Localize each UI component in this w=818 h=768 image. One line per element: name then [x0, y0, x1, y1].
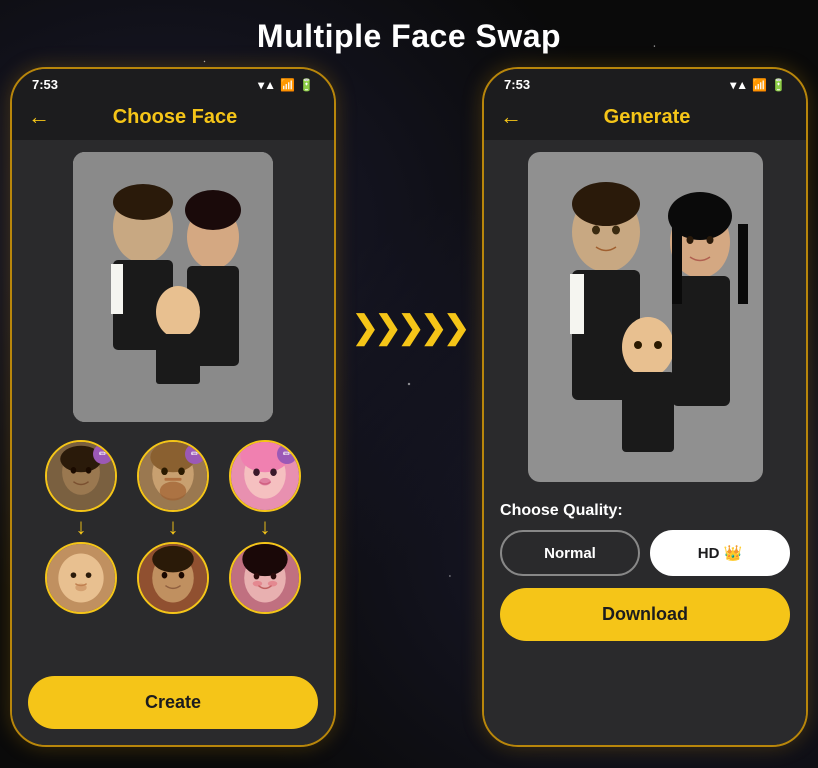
quality-section: Choose Quality: Normal HD 👑 — [484, 492, 806, 584]
target-face-2[interactable] — [137, 542, 209, 614]
generated-photo-frame — [528, 152, 763, 482]
wifi-icon-2: 📶 — [752, 78, 767, 92]
face-swap-section: ✏ ↓ — [12, 432, 334, 668]
back-button-1[interactable]: ← — [28, 104, 50, 130]
quality-label: Choose Quality: — [500, 502, 790, 520]
face-pair-3: ✏ ↓ — [229, 440, 301, 614]
phone-header-1: ← Choose Face — [12, 96, 334, 140]
create-button[interactable]: Create — [28, 676, 318, 729]
battery-icon: 🔋 — [299, 78, 314, 92]
battery-icon-2: 🔋 — [771, 78, 786, 92]
status-icons-2: ▾▲ 📶 🔋 — [730, 78, 786, 92]
quality-hd-button[interactable]: HD 👑 — [650, 530, 790, 576]
choose-face-title: Choose Face — [62, 106, 288, 129]
generate-title: Generate — [534, 106, 760, 129]
status-bar-2: 7:53 ▾▲ 📶 🔋 — [484, 69, 806, 96]
arrow-down-3: ↓ — [259, 516, 270, 538]
target-face-3[interactable] — [229, 542, 301, 614]
face-pair-1: ✏ ↓ — [45, 440, 117, 614]
page-title: Multiple Face Swap — [0, 0, 818, 67]
edit-badge-3[interactable]: ✏ — [277, 444, 297, 464]
status-icons-1: ▾▲ 📶 🔋 — [258, 78, 314, 92]
source-photo-frame — [73, 152, 273, 422]
edit-badge-2[interactable]: ✏ — [185, 444, 205, 464]
signal-icon-2: ▾▲ — [730, 78, 748, 92]
back-button-2[interactable]: ← — [500, 104, 522, 130]
phone-generate: 7:53 ▾▲ 📶 🔋 ← Generate — [482, 67, 808, 747]
middle-arrow: ❯❯❯❯❯ — [336, 308, 482, 346]
source-family-photo — [73, 152, 273, 422]
phone-choose-face: 7:53 ▾▲ 📶 🔋 ← Choose Face — [10, 67, 336, 747]
wifi-icon: 📶 — [280, 78, 295, 92]
source-face-1[interactable]: ✏ — [45, 440, 117, 512]
face-pairs: ✏ ↓ — [28, 440, 318, 614]
phones-container: 7:53 ▾▲ 📶 🔋 ← Choose Face — [0, 67, 818, 747]
chevron-arrows: ❯❯❯❯❯ — [352, 308, 466, 346]
target-face-1[interactable] — [45, 542, 117, 614]
status-time-1: 7:53 — [32, 77, 58, 92]
signal-icon: ▾▲ — [258, 78, 276, 92]
arrow-down-1: ↓ — [75, 516, 86, 538]
phone-header-2: ← Generate — [484, 96, 806, 140]
generated-photo-svg — [528, 152, 763, 482]
status-bar-1: 7:53 ▾▲ 📶 🔋 — [12, 69, 334, 96]
quality-normal-button[interactable]: Normal — [500, 530, 640, 576]
download-button[interactable]: Download — [500, 588, 790, 641]
edit-badge-1[interactable]: ✏ — [93, 444, 113, 464]
status-time-2: 7:53 — [504, 77, 530, 92]
phone1-content: ✏ ↓ — [12, 140, 334, 745]
face-pair-2: ✏ ↓ — [137, 440, 209, 614]
quality-options: Normal HD 👑 — [500, 530, 790, 576]
source-face-2[interactable]: ✏ — [137, 440, 209, 512]
source-face-3[interactable]: ✏ — [229, 440, 301, 512]
arrow-down-2: ↓ — [167, 516, 178, 538]
family-photo-svg — [73, 152, 273, 422]
phone2-content: Choose Quality: Normal HD 👑 Download — [484, 140, 806, 745]
